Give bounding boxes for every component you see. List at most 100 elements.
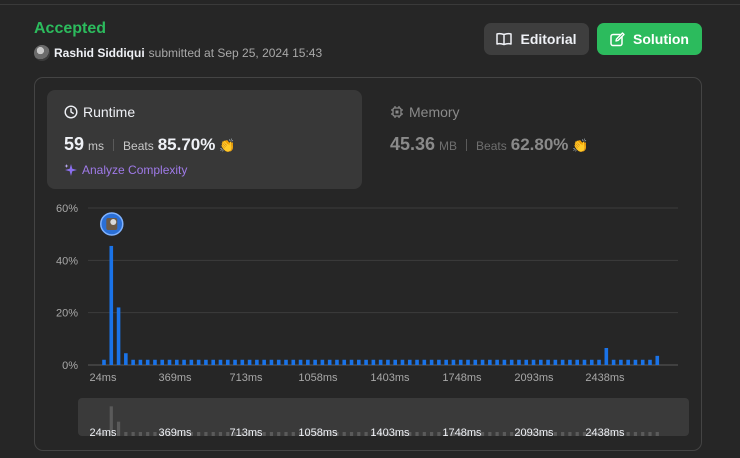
navigator-bar (291, 432, 295, 436)
histogram-bar[interactable] (451, 359, 456, 365)
x-tick-label: 1058ms (298, 372, 338, 384)
histogram-bar[interactable] (167, 359, 172, 365)
histogram-bar[interactable] (306, 359, 310, 365)
histogram-bar[interactable] (335, 359, 339, 365)
histogram-bar[interactable] (597, 359, 601, 365)
histogram-bar[interactable] (189, 359, 194, 365)
histogram-bar[interactable] (648, 359, 652, 365)
navigator-bar (561, 432, 565, 436)
navigator-bar (124, 432, 128, 436)
histogram-bar[interactable] (568, 359, 572, 365)
histogram-bar[interactable] (415, 359, 419, 365)
histogram-bar[interactable] (153, 359, 157, 365)
histogram-bar[interactable] (291, 359, 296, 365)
histogram-bar[interactable] (393, 359, 397, 365)
histogram-bar[interactable] (102, 359, 106, 365)
histogram-bar[interactable] (575, 359, 579, 365)
histogram-bar[interactable] (458, 359, 463, 365)
histogram-bar[interactable] (204, 359, 208, 365)
navigator-tick-label: 2093ms (514, 427, 554, 439)
histogram-bar[interactable] (145, 359, 150, 365)
histogram-bar[interactable] (349, 359, 354, 365)
navigator-bar (342, 432, 346, 436)
histogram-bar[interactable] (517, 359, 521, 365)
histogram-bar[interactable] (313, 359, 317, 365)
histogram-bar[interactable] (116, 307, 121, 365)
histogram-bar[interactable] (262, 359, 266, 365)
histogram-bar[interactable] (284, 359, 288, 365)
histogram-bar[interactable] (320, 359, 325, 365)
x-tick-label: 1403ms (370, 372, 410, 384)
navigator-bar (495, 432, 499, 436)
avatar-marker-face (110, 218, 117, 225)
histogram-bar[interactable] (276, 359, 281, 365)
histogram-bar[interactable] (247, 359, 252, 365)
navigator-bar (131, 432, 135, 436)
histogram-bar[interactable] (378, 359, 383, 365)
histogram-bar[interactable] (582, 359, 587, 365)
histogram-bar[interactable] (524, 359, 529, 365)
histogram-bar[interactable] (218, 359, 223, 365)
histogram-bar[interactable] (211, 359, 215, 365)
histogram-bar[interactable] (407, 359, 412, 365)
histogram-bar[interactable] (429, 359, 434, 365)
histogram-bar[interactable] (124, 353, 128, 365)
histogram-bar[interactable] (269, 359, 274, 365)
x-tick-label: 369ms (158, 372, 192, 384)
histogram-bar[interactable] (255, 359, 259, 365)
histogram-bar[interactable] (611, 359, 616, 365)
histogram-bar[interactable] (640, 359, 645, 365)
histogram-bar[interactable] (480, 359, 485, 365)
histogram-bar[interactable] (175, 359, 179, 365)
histogram-bar[interactable] (138, 359, 143, 365)
histogram-bar[interactable] (619, 359, 623, 365)
navigator-bar (430, 432, 434, 436)
histogram-bar[interactable] (626, 359, 630, 365)
histogram-bar[interactable] (400, 359, 405, 365)
histogram-bar[interactable] (364, 359, 368, 365)
histogram-bar[interactable] (466, 359, 470, 365)
histogram-bar[interactable] (131, 359, 135, 365)
histogram-bar[interactable] (422, 359, 427, 365)
histogram-bar[interactable] (539, 359, 543, 365)
histogram-bar[interactable] (240, 359, 245, 365)
navigator-bar (357, 432, 361, 436)
histogram-bar[interactable] (298, 359, 303, 365)
navigator-bar (422, 432, 426, 436)
histogram-bar[interactable] (655, 355, 660, 365)
histogram-bar[interactable] (633, 359, 638, 365)
histogram-bar[interactable] (437, 359, 441, 365)
histogram-bar[interactable] (386, 359, 390, 365)
histogram-bar[interactable] (357, 359, 361, 365)
histogram-bar[interactable] (342, 359, 347, 365)
x-tick-label: 713ms (229, 372, 263, 384)
histogram-bar[interactable] (553, 359, 558, 365)
histogram-bar[interactable] (531, 359, 536, 365)
histogram-bar[interactable] (589, 359, 594, 365)
histogram-bar[interactable] (560, 359, 565, 365)
navigator-bar (269, 432, 274, 436)
histogram-bar[interactable] (444, 359, 448, 365)
navigator-bar (277, 432, 281, 436)
histogram-bar[interactable] (371, 359, 376, 365)
navigator-bar (488, 432, 492, 436)
navigator-bar (553, 432, 557, 436)
histogram-bar[interactable] (502, 359, 507, 365)
histogram-bar[interactable] (160, 359, 165, 365)
histogram-bar[interactable] (182, 359, 186, 365)
histogram-bar[interactable] (473, 359, 478, 365)
histogram-bar[interactable] (196, 359, 201, 365)
histogram-bar[interactable] (546, 359, 550, 365)
histogram-bar[interactable] (495, 359, 499, 365)
histogram-bar[interactable] (509, 359, 514, 365)
histogram-bar[interactable] (604, 347, 609, 365)
histogram-bar[interactable] (109, 245, 114, 365)
navigator-bar (655, 432, 659, 436)
x-tick-label: 1748ms (442, 372, 482, 384)
histogram-bar[interactable] (488, 359, 492, 365)
histogram-bar[interactable] (233, 359, 237, 365)
navigator-bar (510, 432, 514, 436)
histogram-bar[interactable] (327, 359, 332, 365)
histogram-bar[interactable] (225, 359, 230, 365)
x-tick-label: 24ms (90, 372, 117, 384)
